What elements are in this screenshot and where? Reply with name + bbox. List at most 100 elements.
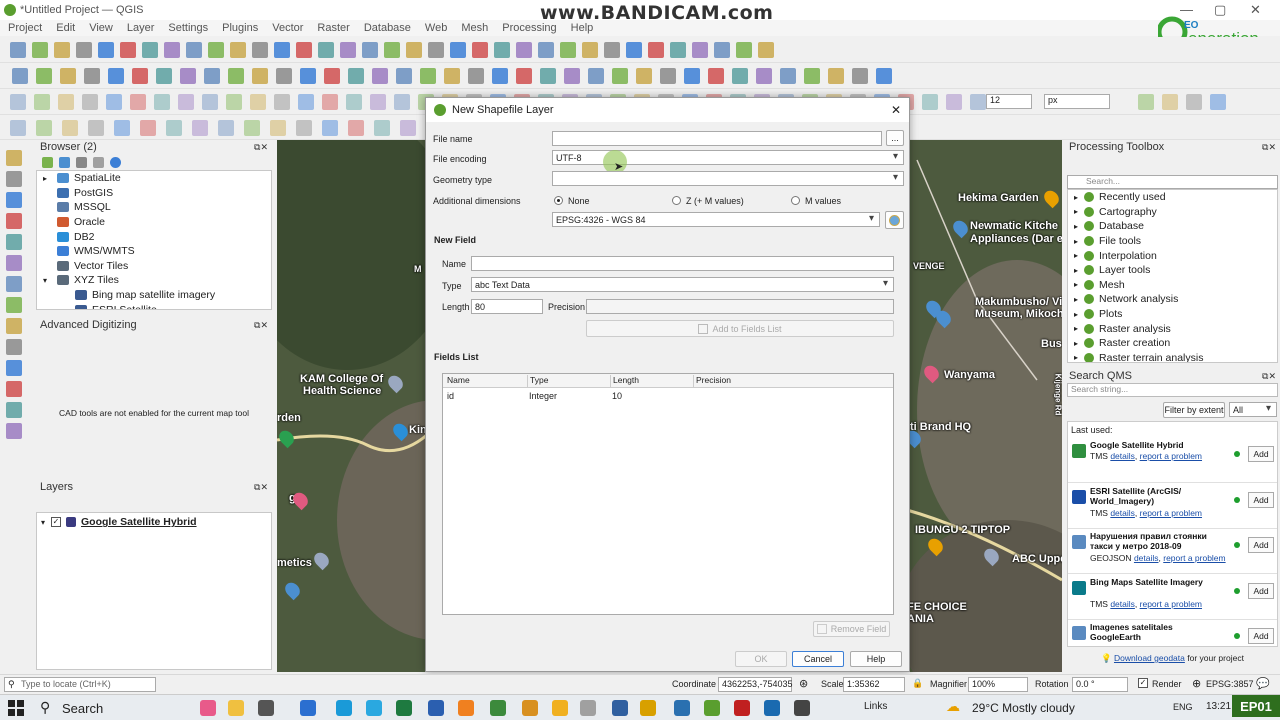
menu-plugins[interactable]: Plugins — [222, 22, 258, 34]
toolbar-tool-icon[interactable] — [230, 42, 246, 58]
taskbar-app-icon[interactable] — [580, 700, 596, 716]
browser-item[interactable]: Vector Tiles — [37, 259, 271, 274]
report-problem-link[interactable]: report a problem — [1140, 451, 1202, 461]
left-tool-icon[interactable] — [6, 192, 22, 208]
toolbar-tool-icon[interactable] — [186, 42, 202, 58]
menu-database[interactable]: Database — [364, 22, 411, 34]
menu-vector[interactable]: Vector — [272, 22, 303, 34]
expand-arrow-icon[interactable]: ▸ — [1074, 266, 1078, 275]
toolbar-tool-icon[interactable] — [340, 42, 356, 58]
left-tool-icon[interactable] — [6, 276, 22, 292]
toolbar-tool-icon[interactable] — [374, 120, 390, 136]
toolbar-tool-icon[interactable] — [922, 94, 938, 110]
toolbar-tool-icon[interactable] — [114, 120, 130, 136]
processing-group[interactable]: ▸ Cartography — [1068, 205, 1277, 220]
layer-visibility-checkbox[interactable]: ✓ — [51, 517, 62, 528]
toolbar-tool-icon[interactable] — [516, 68, 532, 84]
processing-group[interactable]: ▸ Raster creation — [1068, 336, 1277, 351]
details-link[interactable]: details — [1134, 553, 1159, 563]
expand-arrow-icon[interactable]: ▾ — [41, 518, 45, 527]
toolbar-tool-icon[interactable] — [670, 42, 686, 58]
taskbar-app-icon[interactable] — [704, 700, 720, 716]
toolbar-tool-icon[interactable] — [1186, 94, 1202, 110]
toolbar-tool-icon[interactable] — [1138, 94, 1154, 110]
browser-item[interactable]: DB2 — [37, 229, 271, 244]
geometry-type-select[interactable] — [552, 171, 904, 186]
toolbar-tool-icon[interactable] — [108, 68, 124, 84]
file-name-input[interactable] — [552, 131, 882, 146]
column-header-precision[interactable]: Precision — [693, 375, 731, 387]
expand-arrow-icon[interactable]: ▸ — [1074, 324, 1078, 333]
toolbar-tool-icon[interactable] — [626, 42, 642, 58]
unit-select[interactable]: px — [1044, 94, 1110, 109]
dialog-close-icon[interactable]: ✕ — [891, 103, 901, 117]
taskbar-app-icon[interactable] — [336, 700, 352, 716]
processing-group[interactable]: ▸ File tools — [1068, 234, 1277, 249]
toolbar-tool-icon[interactable] — [296, 42, 312, 58]
menu-view[interactable]: View — [89, 22, 113, 34]
toolbar-tool-icon[interactable] — [58, 94, 74, 110]
processing-group[interactable]: ▸ Mesh — [1068, 278, 1277, 293]
taskbar-app-icon[interactable] — [428, 700, 444, 716]
browser-item[interactable]: ▾ XYZ Tiles — [37, 273, 271, 288]
browser-item[interactable]: ▸ SpatiaLite — [37, 171, 271, 186]
left-tool-icon[interactable] — [6, 171, 22, 187]
toolbar-tool-icon[interactable] — [244, 120, 260, 136]
menu-raster[interactable]: Raster — [317, 22, 349, 34]
dim-none-radio[interactable] — [554, 196, 563, 205]
toolbar-tool-icon[interactable] — [218, 120, 234, 136]
dim-m-radio[interactable] — [791, 196, 800, 205]
report-problem-link[interactable]: report a problem — [1163, 553, 1225, 563]
toolbar-tool-icon[interactable] — [154, 94, 170, 110]
add-service-button[interactable]: Add — [1248, 628, 1274, 644]
toolbar-tool-icon[interactable] — [132, 68, 148, 84]
field-precision-input[interactable] — [586, 299, 894, 314]
toolbar-tool-icon[interactable] — [34, 94, 50, 110]
toolbar-tool-icon[interactable] — [300, 68, 316, 84]
toolbar-tool-icon[interactable] — [76, 42, 92, 58]
taskbar-app-icon[interactable] — [490, 700, 506, 716]
taskbar-app-icon[interactable] — [764, 700, 780, 716]
toolbar-tool-icon[interactable] — [492, 68, 508, 84]
menu-processing[interactable]: Processing — [502, 22, 556, 34]
toolbar-tool-icon[interactable] — [156, 68, 172, 84]
help-button[interactable]: Help — [850, 651, 902, 667]
left-tool-icon[interactable] — [6, 297, 22, 313]
toolbar-tool-icon[interactable] — [178, 94, 194, 110]
toolbar-tool-icon[interactable] — [324, 68, 340, 84]
toolbar-tool-icon[interactable] — [36, 120, 52, 136]
toolbar-tool-icon[interactable] — [612, 68, 628, 84]
panel-close-icon[interactable]: ⧉✕ — [1262, 142, 1276, 153]
collapse-arrow-icon[interactable]: ▾ — [43, 276, 47, 285]
layer-item[interactable]: ▾ ✓ Google Satellite Hybrid — [37, 515, 271, 530]
left-tool-icon[interactable] — [6, 423, 22, 439]
toolbar-tool-icon[interactable] — [648, 42, 664, 58]
processing-group[interactable]: ▸ Plots — [1068, 307, 1277, 322]
toolbar-tool-icon[interactable] — [250, 94, 266, 110]
details-link[interactable]: details — [1110, 451, 1135, 461]
taskbar-app-icon[interactable] — [734, 700, 750, 716]
browser-item[interactable]: Oracle — [37, 215, 271, 230]
toolbar-tool-icon[interactable] — [564, 68, 580, 84]
toolbar-tool-icon[interactable] — [946, 94, 962, 110]
ok-button[interactable]: OK — [735, 651, 787, 667]
toolbar-tool-icon[interactable] — [270, 120, 286, 136]
filter-icon[interactable] — [76, 156, 87, 168]
taskbar-app-icon[interactable] — [200, 700, 216, 716]
extents-toggle-icon[interactable]: ⊛ — [799, 677, 808, 690]
toolbar-tool-icon[interactable] — [32, 42, 48, 58]
browser-item[interactable]: ESRI Satellite — [37, 302, 271, 309]
toolbar-tool-icon[interactable] — [10, 94, 26, 110]
taskbar-app-icon[interactable] — [300, 700, 316, 716]
toolbar-tool-icon[interactable] — [780, 68, 796, 84]
toolbar-tool-icon[interactable] — [516, 42, 532, 58]
details-link[interactable]: details — [1110, 508, 1135, 518]
menu-project[interactable]: Project — [8, 22, 42, 34]
links-toolbar[interactable]: Links — [864, 701, 887, 712]
qms-search-input[interactable]: Search string... — [1067, 383, 1278, 397]
toolbar-tool-icon[interactable] — [370, 94, 386, 110]
toolbar-tool-icon[interactable] — [208, 42, 224, 58]
browser-item[interactable]: MSSQL — [37, 200, 271, 215]
add-selected-icon[interactable] — [42, 156, 53, 168]
toolbar-tool-icon[interactable] — [372, 68, 388, 84]
